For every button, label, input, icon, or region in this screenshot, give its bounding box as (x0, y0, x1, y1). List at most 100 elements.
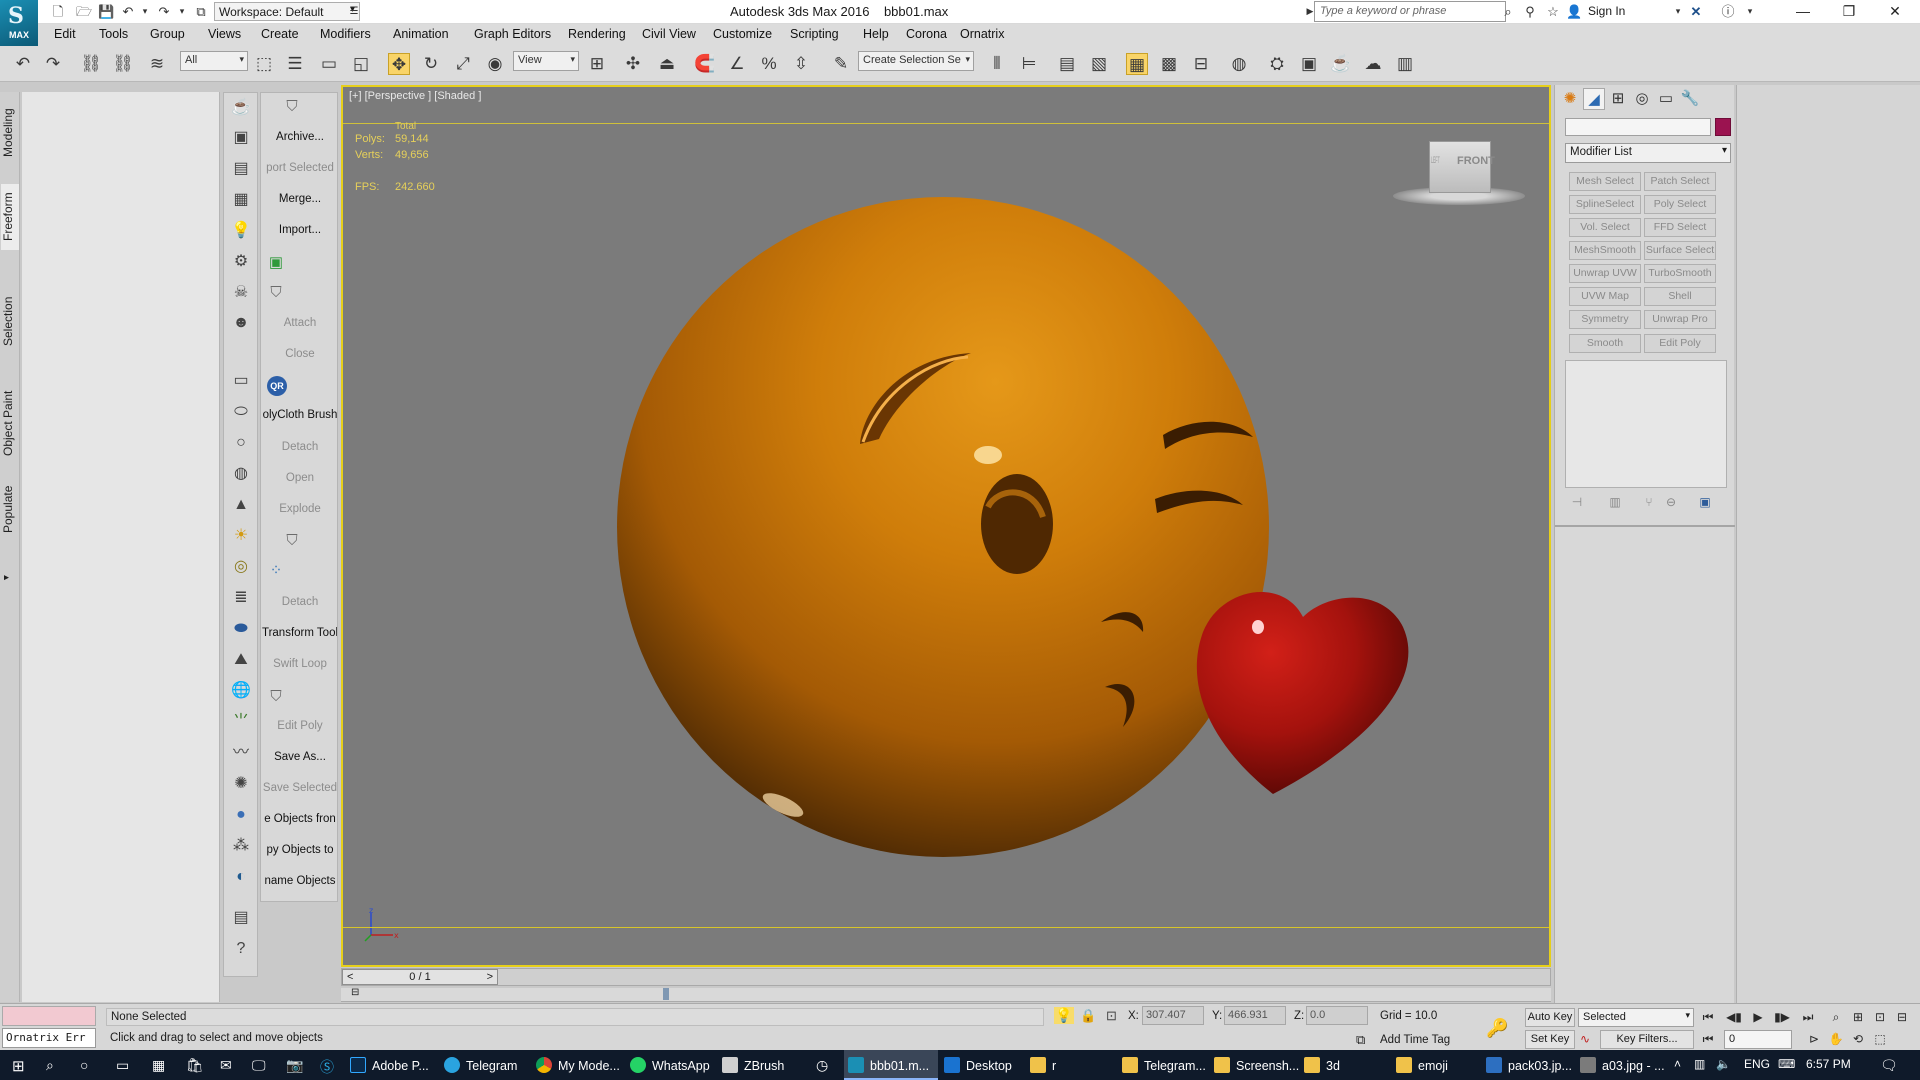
skype-icon[interactable]: Ⓢ (320, 1057, 334, 1077)
save-selected-button[interactable]: Save Selected (261, 782, 337, 794)
capsule-icon[interactable]: ⬬ (230, 618, 252, 640)
redo-icon[interactable]: ↷ (42, 53, 64, 75)
menu-modifiers[interactable]: Modifiers (320, 27, 371, 41)
torus-icon[interactable]: ◎ (230, 556, 252, 578)
zoom-extents-icon[interactable]: ⊡ (1870, 1010, 1890, 1024)
help-icon[interactable]: ⓘ (1720, 4, 1736, 19)
manipulate-icon[interactable]: ✣ (622, 53, 644, 75)
y-coord-field[interactable]: 466.931 (1224, 1006, 1286, 1025)
camera-icon[interactable]: 📷 (286, 1057, 303, 1074)
workspace-select[interactable]: Workspace: Default ▾ (214, 2, 360, 21)
close-button[interactable]: Close (261, 348, 337, 360)
attach-button[interactable]: Attach (261, 317, 337, 329)
qr-icon[interactable]: QR (267, 376, 287, 396)
rectangular-selection-icon[interactable]: ▭ (318, 53, 340, 75)
action-center-icon[interactable]: 🗨 (1880, 1057, 1898, 1074)
show-end-result-icon[interactable]: ▥ (1607, 495, 1623, 511)
teapot-icon[interactable]: ☕ (230, 97, 252, 119)
shell-button[interactable]: Shell (1644, 287, 1716, 306)
layer-explorer-icon[interactable]: ▧ (1088, 53, 1110, 75)
ffd-select-button[interactable]: FFD Select (1644, 218, 1716, 237)
zoom-all-icon[interactable]: ⊞ (1848, 1010, 1868, 1024)
mesh-select-button[interactable]: Mesh Select (1569, 172, 1641, 191)
minimize-button[interactable]: — (1780, 0, 1826, 24)
network-icon[interactable]: ▥ (1694, 1057, 1705, 1071)
play-icon[interactable]: ▶ (1748, 1010, 1768, 1024)
redo-icon[interactable]: ↷ (156, 4, 172, 19)
store-icon[interactable]: 🛍 (186, 1057, 204, 1074)
ribbon-tab-modeling[interactable]: Modeling (1, 100, 19, 166)
menu-create[interactable]: Create (261, 27, 299, 41)
key-filters-button[interactable]: Key Filters... (1600, 1030, 1694, 1049)
menu-edit[interactable]: Edit (54, 27, 76, 41)
hierarchy-tab-icon[interactable]: ⊞ (1607, 88, 1629, 110)
time-slider-thumb[interactable]: < 0 / 1 > (342, 969, 498, 985)
list-icon[interactable]: ▤ (230, 158, 252, 180)
box-icon[interactable]: ▭ (230, 370, 252, 392)
display-tab-icon[interactable]: ▭ (1655, 88, 1677, 110)
binoculars-icon[interactable]: ⌕ (1500, 4, 1516, 19)
modify-tab-icon[interactable]: ◢ (1583, 88, 1605, 110)
select-and-scale-icon[interactable]: ⤢ (452, 53, 474, 75)
rendered-frame-window-icon[interactable]: ▣ (1298, 53, 1320, 75)
import-button[interactable]: Import... (261, 224, 337, 236)
previous-key-icon[interactable]: ◀▮ (1724, 1010, 1744, 1024)
menu-graph-editors[interactable]: Graph Editors (474, 27, 551, 41)
pivot-center-icon[interactable]: ⊞ (586, 53, 608, 75)
skull-icon[interactable]: ☠ (230, 282, 252, 304)
close-button[interactable]: ✕ (1872, 0, 1918, 24)
ribbon-tab-populate[interactable]: Populate (1, 476, 19, 542)
taskbar-zbrush[interactable]: ZBrush (722, 1050, 808, 1080)
object-name-field[interactable] (1565, 118, 1711, 136)
exchange-apps-icon[interactable]: ✕ (1688, 4, 1704, 19)
go-to-end-icon[interactable]: ⏭ (1798, 1010, 1818, 1025)
pin-stack-icon[interactable]: ⊣ (1569, 495, 1585, 511)
undo-icon[interactable]: ↶ (120, 4, 136, 19)
key-mode-icon[interactable]: 🔑 (1486, 1018, 1508, 1039)
render-in-cloud-icon[interactable]: ☁ (1362, 53, 1384, 75)
ellipse-icon[interactable]: ⬭ (230, 401, 252, 423)
communication-center-icon[interactable]: ⚲ (1522, 4, 1538, 19)
ribbon-tab-selection[interactable]: Selection (1, 288, 19, 354)
help-dropdown-icon[interactable]: ▾ (1742, 4, 1758, 19)
zoom-extents-all-icon[interactable]: ⊟ (1892, 1010, 1912, 1024)
remove-modifier-icon[interactable]: ⊖ (1663, 495, 1679, 511)
default-in-out-tangent-icon[interactable]: ∿ (1580, 1032, 1590, 1046)
align-icon[interactable]: ⊨ (1018, 53, 1040, 75)
cone-icon[interactable]: ▲ (230, 494, 252, 516)
snaps-toggle-icon[interactable]: 🧲 (694, 53, 716, 75)
zoom-icon[interactable]: ⌕ (1826, 1010, 1846, 1025)
menu-corona[interactable]: Corona (906, 27, 947, 41)
field-of-view-icon[interactable]: ⊳ (1804, 1032, 1824, 1046)
transform-tool-button[interactable]: Transform Tool (261, 627, 337, 639)
archive-button[interactable]: Archive... (261, 131, 337, 143)
menu-scripting[interactable]: Scripting (790, 27, 839, 41)
taskbar-whatsapp[interactable]: WhatsApp (630, 1050, 716, 1080)
time-slider[interactable]: < 0 / 1 > (341, 968, 1551, 986)
poly-select-button[interactable]: Poly Select (1644, 195, 1716, 214)
grass-icon[interactable]: ⺌ (230, 711, 252, 733)
explode-button[interactable]: Explode (261, 503, 337, 515)
particles-icon[interactable]: ⁘ (265, 561, 287, 581)
utilities-tab-icon[interactable]: 🔧 (1679, 88, 1701, 110)
maxscript-listener-mini[interactable] (2, 1006, 96, 1026)
redo-dropdown-icon[interactable]: ▾ (174, 4, 190, 19)
mini-curve-editor-icon[interactable]: ⊟ (351, 987, 359, 998)
taskbar-image-a03[interactable]: a03.jpg - ... (1580, 1050, 1668, 1080)
angle-snap-icon[interactable]: ∠ (726, 53, 748, 75)
modifier-list-select[interactable]: Modifier List ▾ (1565, 143, 1731, 163)
schematic-view-icon[interactable]: ⊟ (1190, 53, 1212, 75)
sun-icon[interactable]: ☀ (230, 525, 252, 547)
key-mode-toggle-icon[interactable]: ⏮ (1698, 1032, 1718, 1047)
detach-button[interactable]: Detach (261, 596, 337, 608)
taskbar-folder-screenshots[interactable]: Screensh... (1214, 1050, 1300, 1080)
window-crossing-icon[interactable]: ◱ (350, 53, 372, 75)
spinner-snap-icon[interactable]: ⇳ (790, 53, 812, 75)
a360-gallery-icon[interactable]: ▥ (1394, 53, 1416, 75)
windows-start-icon[interactable]: ⊞ (12, 1057, 25, 1075)
sphere-icon[interactable]: ○ (230, 432, 252, 454)
edit-named-selection-icon[interactable]: ✎ (830, 53, 852, 75)
ribbon-tab-freeform[interactable]: Freeform (1, 184, 19, 250)
menu-help[interactable]: Help (863, 27, 889, 41)
export-selected-button[interactable]: port Selected (261, 162, 337, 174)
